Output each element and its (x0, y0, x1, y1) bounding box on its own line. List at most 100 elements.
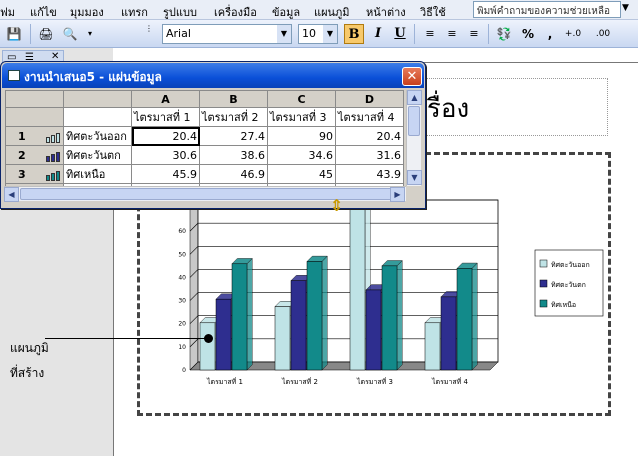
menu-help[interactable]: วิธีใช้ (420, 3, 446, 21)
bar (231, 263, 248, 371)
cell[interactable]: 34.6 (267, 145, 336, 165)
toolbar-grip-icon[interactable]: ⋮ (144, 24, 154, 44)
series-bar-icon (46, 168, 61, 181)
bar (456, 268, 473, 371)
help-dropdown-icon[interactable]: ▼ (622, 3, 629, 13)
save-icon[interactable]: 💾 (4, 24, 24, 44)
scroll-right-icon[interactable]: ▶ (390, 187, 405, 202)
italic-button[interactable]: I (368, 24, 388, 44)
cell[interactable]: 43.9 (335, 164, 404, 184)
cell[interactable]: 38.6 (199, 145, 268, 165)
bar (440, 296, 457, 371)
row-header-2[interactable]: 2 (5, 145, 64, 165)
cell[interactable]: 45 (267, 164, 336, 184)
row-number: 2 (18, 148, 26, 162)
cell[interactable]: ไตรมาสที่ 1 (131, 107, 200, 127)
vertical-scroll-thumb[interactable] (408, 106, 420, 136)
chevron-down-icon[interactable]: ▼ (323, 25, 337, 43)
legend-label: ทิศตะวันตก (551, 281, 586, 289)
bold-button[interactable]: B (344, 24, 364, 44)
corner-blank[interactable] (63, 90, 132, 108)
column-header-c[interactable]: C (267, 90, 336, 108)
vertical-scrollbar[interactable]: ▲ ▼ (406, 90, 422, 186)
scroll-up-icon[interactable]: ▲ (407, 90, 422, 105)
menu-view[interactable]: มุมมอง (70, 3, 104, 21)
decrease-decimal-button[interactable]: .00 (590, 24, 616, 44)
legend-swatch (539, 299, 548, 308)
y-tick-label: 10 (178, 344, 186, 351)
menu-edit[interactable]: แก้ไข (30, 3, 57, 21)
toolbar-separator (488, 24, 489, 44)
selected-cell[interactable]: 20.4 (131, 126, 200, 146)
row-label-cell[interactable]: ทิศเหนือ (63, 164, 132, 184)
menu-tools[interactable]: เครื่องมือ (214, 3, 257, 21)
toolbar-separator (30, 24, 31, 44)
cell[interactable]: 20.4 (335, 126, 404, 146)
percent-button[interactable]: % (518, 24, 538, 44)
menu-format[interactable]: รูปแบบ (163, 3, 197, 21)
currency-icon[interactable]: 💱 (494, 24, 514, 44)
horizontal-scrollbar[interactable]: ◀ ▶ (4, 186, 406, 202)
row-label-cell[interactable]: ทิศตะวันตก (63, 145, 132, 165)
series-bar-icon (46, 149, 61, 162)
print-icon[interactable]: 🖨 (36, 24, 56, 44)
font-name-value: Arial (166, 27, 191, 40)
align-right-icon[interactable]: ≡ (464, 24, 484, 44)
column-header-a[interactable]: A (131, 90, 200, 108)
datasheet-table: A B C D ไตรมาสที่ 1 ไตรมาสที่ 2 ไตรมาสที… (5, 90, 404, 198)
bar-side (396, 259, 403, 371)
x-tick-label: ไตรมาสที่ 2 (281, 377, 318, 386)
cell[interactable]: ไตรมาสที่ 2 (199, 107, 268, 127)
menu-chart[interactable]: แผนภูมิ (314, 3, 350, 21)
y-tick-label: 0 (182, 367, 186, 374)
comma-button[interactable]: , (540, 24, 560, 44)
y-tick-label: 30 (178, 298, 186, 305)
menu-insert[interactable]: แทรก (121, 3, 148, 21)
chevron-down-icon[interactable]: ▼ (277, 25, 291, 43)
cell[interactable] (63, 107, 132, 127)
cell[interactable]: 46.9 (199, 164, 268, 184)
scroll-left-icon[interactable]: ◀ (4, 187, 19, 202)
y-tick-label: 50 (178, 251, 186, 258)
align-left-icon[interactable]: ≡ (420, 24, 440, 44)
legend-swatch (539, 279, 548, 288)
menu-bar: ฟม แก้ไข มุมมอง แทรก รูปแบบ เครื่องมือ ข… (0, 0, 638, 20)
menu-window[interactable]: หน้าต่าง (366, 3, 406, 21)
toolbar-options-icon[interactable]: ▾ (84, 24, 96, 44)
select-all-corner[interactable] (5, 90, 64, 108)
menu-file[interactable]: ฟม (0, 3, 15, 21)
underline-button[interactable]: U (390, 24, 410, 44)
cell[interactable]: 27.4 (199, 126, 268, 146)
legend-label: ทิศเหนือ (551, 301, 576, 309)
datasheet-grid: A B C D ไตรมาสที่ 1 ไตรมาสที่ 2 ไตรมาสที… (5, 90, 405, 250)
row-header-blank[interactable] (5, 107, 64, 127)
y-tick-label: 20 (178, 321, 186, 328)
cell[interactable]: ไตรมาสที่ 3 (267, 107, 336, 127)
bar (306, 261, 323, 371)
column-header-b[interactable]: B (199, 90, 268, 108)
bar (365, 289, 382, 371)
x-tick-label: ไตรมาสที่ 4 (431, 377, 468, 386)
scroll-down-icon[interactable]: ▼ (407, 170, 422, 185)
cell[interactable]: ไตรมาสที่ 4 (335, 107, 404, 127)
callout-leader-line (45, 338, 207, 339)
help-question-input[interactable]: พิมพ์คำถามของความช่วยเหลือ (473, 1, 621, 18)
datasheet-title: งานนำเสนอ5 - แผ่นข้อมูล (24, 70, 162, 84)
align-center-icon[interactable]: ≡ (442, 24, 462, 44)
cell[interactable]: 90 (267, 126, 336, 146)
row-header-3[interactable]: 3 (5, 164, 64, 184)
font-size-select[interactable]: 10 ▼ (298, 24, 338, 44)
close-icon[interactable]: ✕ (402, 67, 422, 86)
print-preview-icon[interactable]: 🔍 (60, 24, 80, 44)
increase-decimal-button[interactable]: +.0 (560, 24, 586, 44)
cell[interactable]: 45.9 (131, 164, 200, 184)
cell[interactable]: 30.6 (131, 145, 200, 165)
row-label-cell[interactable]: ทิศตะวันออก (63, 126, 132, 146)
x-tick-label: ไตรมาสที่ 3 (356, 377, 393, 386)
row-header-1[interactable]: 1 (5, 126, 64, 146)
cell[interactable]: 31.6 (335, 145, 404, 165)
menu-data[interactable]: ข้อมูล (272, 3, 300, 21)
column-header-d[interactable]: D (335, 90, 404, 108)
font-name-select[interactable]: Arial ▼ (162, 24, 292, 44)
datasheet-title-bar[interactable]: งานนำเสนอ5 - แผ่นข้อมูล ✕ (2, 63, 424, 88)
